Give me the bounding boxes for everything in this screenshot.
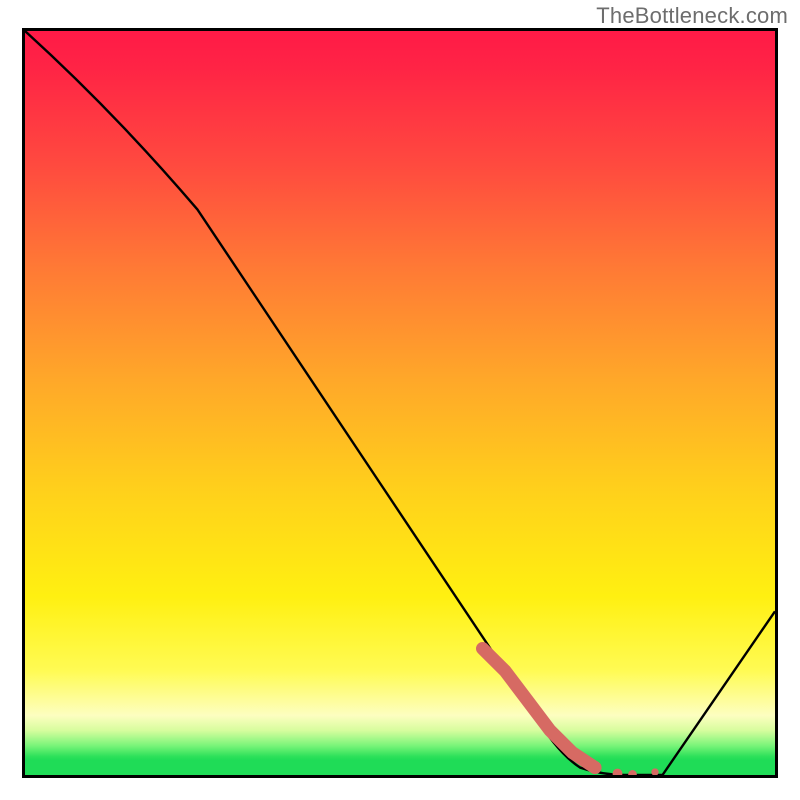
watermark-text: TheBottleneck.com <box>596 3 788 29</box>
highlight-dot <box>651 768 658 775</box>
highlight-dot <box>628 770 637 775</box>
chart-svg <box>25 31 775 775</box>
chart-container: TheBottleneck.com <box>0 0 800 800</box>
highlight-dot <box>589 761 602 774</box>
plot-area <box>22 28 778 778</box>
curve-line <box>25 31 775 775</box>
highlight-stroke <box>483 649 596 768</box>
highlight-series <box>483 649 659 775</box>
highlight-dot <box>613 769 623 775</box>
curve-series <box>25 31 775 775</box>
